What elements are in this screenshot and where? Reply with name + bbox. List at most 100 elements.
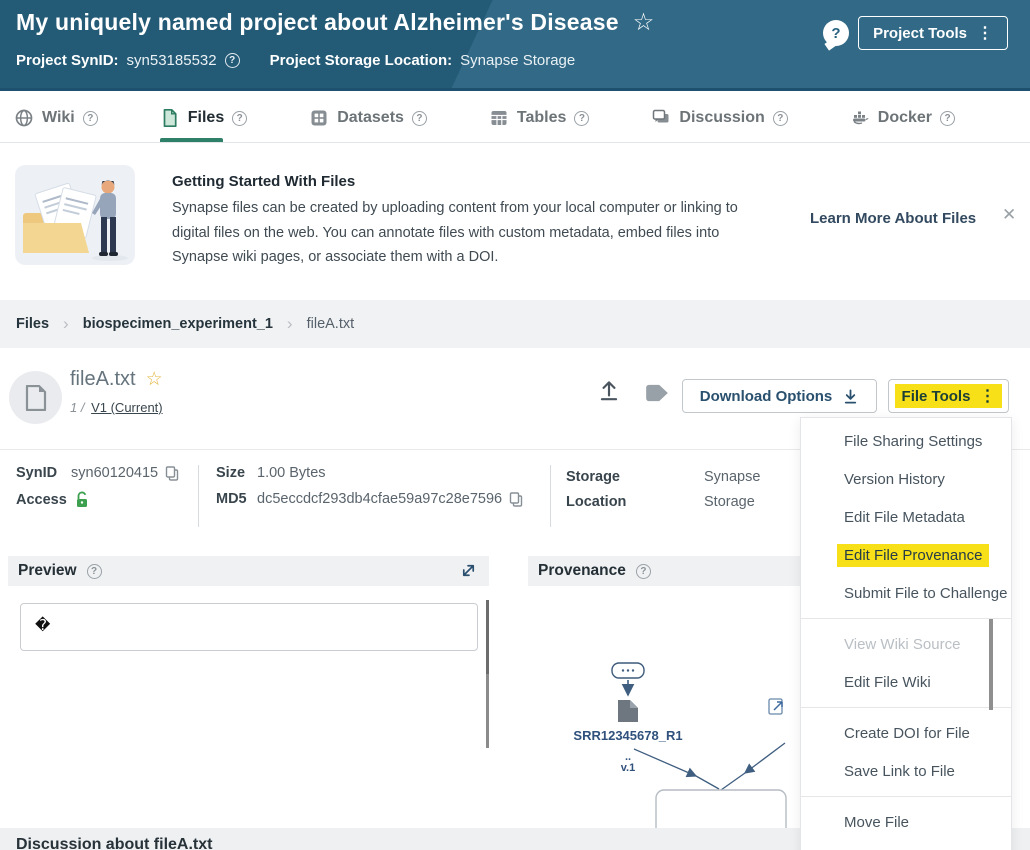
file-icon bbox=[160, 108, 180, 128]
expand-icon[interactable] bbox=[460, 562, 477, 579]
datasets-help-icon[interactable]: ? bbox=[412, 111, 427, 126]
project-storage-value: Synapse Storage bbox=[460, 52, 575, 69]
menu-item-edit-file-metadata[interactable]: Edit File Metadata bbox=[801, 498, 1011, 536]
chevron-right-icon: › bbox=[63, 314, 69, 334]
preview-title: Preview bbox=[18, 562, 77, 580]
synid-label: SynID bbox=[16, 465, 64, 481]
md5-value: dc5eccdcf293db4cfae59a97c28e7596 bbox=[257, 491, 502, 507]
banner-title: Getting Started With Files bbox=[172, 173, 355, 190]
provenance-target-node[interactable] bbox=[656, 790, 786, 828]
menu-item-version-history[interactable]: Version History bbox=[801, 460, 1011, 498]
banner-body: Synapse files can be created by uploadin… bbox=[172, 196, 768, 270]
download-icon bbox=[842, 388, 859, 405]
kebab-icon: ⋮ bbox=[977, 23, 993, 43]
breadcrumb-current: fileA.txt bbox=[307, 316, 355, 332]
provenance-file-node[interactable] bbox=[618, 700, 638, 722]
project-synid-label: Project SynID: bbox=[16, 52, 119, 69]
size-value: 1.00 Bytes bbox=[257, 465, 326, 481]
tab-wiki[interactable]: Wiki ? bbox=[14, 94, 98, 142]
menu-divider bbox=[801, 796, 1011, 797]
discussion-help-icon[interactable]: ? bbox=[773, 111, 788, 126]
menu-scrollbar[interactable] bbox=[989, 619, 993, 710]
provenance-entity-label: SRR12345678_R1 bbox=[573, 728, 682, 743]
globe-icon bbox=[14, 108, 34, 128]
getting-started-banner: Getting Started With Files Synapse files… bbox=[0, 143, 1030, 300]
tables-help-icon[interactable]: ? bbox=[574, 111, 589, 126]
discussion-icon bbox=[651, 108, 671, 128]
provenance-graph[interactable]: SRR12345678_R1 .. v.1 bbox=[528, 586, 810, 828]
version-link[interactable]: V1 (Current) bbox=[91, 400, 163, 415]
preview-scrollbar[interactable] bbox=[486, 600, 489, 748]
tab-files[interactable]: Files ? bbox=[160, 94, 247, 142]
menu-item-view-wiki-source[interactable]: View Wiki Source bbox=[801, 625, 1011, 663]
menu-item-save-link-to-file[interactable]: Save Link to File bbox=[801, 752, 1011, 790]
file-tools-highlight: File Tools ⋮ bbox=[895, 384, 1003, 408]
project-storage-label: Project Storage Location: bbox=[270, 52, 453, 69]
unlocked-icon[interactable] bbox=[75, 491, 89, 508]
help-bubble-icon[interactable]: ? bbox=[823, 20, 849, 46]
download-options-button[interactable]: Download Options bbox=[682, 379, 877, 413]
divider bbox=[550, 465, 551, 527]
preview-panel-header: Preview ? bbox=[8, 556, 489, 586]
discussion-title: Discussion about fileA.txt bbox=[16, 836, 212, 850]
file-tools-button[interactable]: File Tools ⋮ bbox=[888, 379, 1009, 413]
project-synid-value: syn53185532 bbox=[127, 52, 217, 69]
file-favorite-star-icon[interactable]: ☆ bbox=[146, 368, 163, 391]
tab-docker[interactable]: Docker ? bbox=[850, 94, 955, 142]
project-favorite-star-icon[interactable]: ☆ bbox=[633, 8, 655, 37]
files-help-icon[interactable]: ? bbox=[232, 111, 247, 126]
md5-label: MD5 bbox=[216, 491, 250, 507]
menu-divider bbox=[801, 618, 1011, 619]
size-label: Size bbox=[216, 465, 250, 481]
breadcrumb: Files › biospecimen_experiment_1 › fileA… bbox=[0, 300, 1030, 348]
synid-value: syn60120415 bbox=[71, 465, 158, 481]
divider bbox=[198, 465, 199, 527]
synapse-file-page: My uniquely named project about Alzheime… bbox=[0, 0, 1030, 850]
storage-location-value: Synapse Storage bbox=[704, 465, 774, 515]
project-header: My uniquely named project about Alzheime… bbox=[0, 0, 1030, 91]
project-subheader: Project SynID: syn53185532 ? Project Sto… bbox=[16, 52, 575, 69]
menu-item-move-file[interactable]: Move File bbox=[801, 803, 1011, 841]
datasets-icon bbox=[309, 108, 329, 128]
menu-item-create-doi-for-file[interactable]: Create DOI for File bbox=[801, 714, 1011, 752]
tab-discussion[interactable]: Discussion ? bbox=[651, 94, 787, 142]
kebab-icon: ⋮ bbox=[979, 386, 995, 406]
version-count: 1 / bbox=[70, 400, 84, 415]
tab-datasets[interactable]: Datasets ? bbox=[309, 94, 427, 142]
tab-tables[interactable]: Tables ? bbox=[489, 94, 590, 142]
menu-item-submit-file-to-challenge[interactable]: Submit File to Challenge bbox=[801, 574, 1011, 612]
menu-item-edit-file-provenance[interactable]: Edit File Provenance bbox=[801, 536, 1011, 574]
synid-help-icon[interactable]: ? bbox=[225, 53, 240, 68]
open-provenance-icon[interactable] bbox=[769, 699, 782, 714]
file-glyph-icon bbox=[25, 385, 47, 411]
learn-more-link[interactable]: Learn More About Files bbox=[810, 210, 976, 227]
copy-icon[interactable] bbox=[165, 466, 179, 481]
upload-icon[interactable] bbox=[596, 377, 622, 403]
menu-divider bbox=[801, 707, 1011, 708]
breadcrumb-folder[interactable]: biospecimen_experiment_1 bbox=[83, 316, 273, 332]
copy-icon[interactable] bbox=[509, 492, 523, 507]
menu-item-edit-file-wiki[interactable]: Edit File Wiki bbox=[801, 663, 1011, 701]
breadcrumb-files[interactable]: Files bbox=[16, 316, 49, 332]
storage-location-label: Storage Location bbox=[566, 465, 642, 515]
preview-help-icon[interactable]: ? bbox=[87, 564, 102, 579]
banner-close-icon[interactable]: ✕ bbox=[1002, 205, 1016, 225]
wiki-help-icon[interactable]: ? bbox=[83, 111, 98, 126]
project-tools-button[interactable]: Project Tools ⋮ bbox=[858, 16, 1008, 50]
docker-icon bbox=[850, 108, 870, 128]
menu-item-file-sharing-settings[interactable]: File Sharing Settings bbox=[801, 422, 1011, 460]
file-avatar bbox=[9, 371, 62, 424]
file-name: fileA.txt bbox=[70, 368, 136, 391]
provenance-title: Provenance bbox=[538, 562, 626, 580]
file-preview-content: � bbox=[20, 603, 478, 651]
files-illustration bbox=[15, 165, 135, 265]
tables-icon bbox=[489, 108, 509, 128]
docker-help-icon[interactable]: ? bbox=[940, 111, 955, 126]
access-label: Access bbox=[16, 492, 68, 508]
file-tools-menu: File Sharing Settings Version History Ed… bbox=[800, 417, 1012, 850]
project-title: My uniquely named project about Alzheime… bbox=[16, 9, 619, 36]
tag-icon[interactable] bbox=[644, 380, 670, 406]
chevron-right-icon: › bbox=[287, 314, 293, 334]
provenance-version-label: v.1 bbox=[621, 762, 635, 774]
provenance-help-icon[interactable]: ? bbox=[636, 564, 651, 579]
